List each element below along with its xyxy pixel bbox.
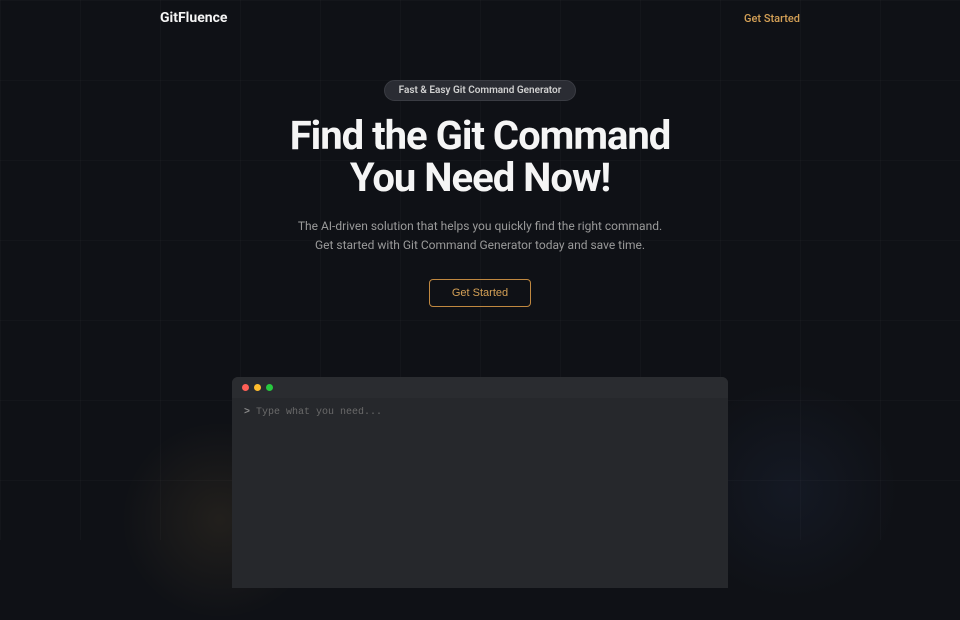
terminal-window: > [232,377,728,588]
tagline-badge: Fast & Easy Git Command Generator [384,80,577,101]
window-maximize-icon [266,384,273,391]
command-input[interactable] [256,407,716,418]
hero-subtitle: The AI-driven solution that helps you qu… [0,217,960,255]
terminal-body: > [232,398,728,588]
hero-subtitle-line1: The AI-driven solution that helps you qu… [298,219,662,233]
window-close-icon [242,384,249,391]
window-minimize-icon [254,384,261,391]
nav-get-started-link[interactable]: Get Started [744,12,800,25]
get-started-button[interactable]: Get Started [429,279,531,307]
hero-title: Find the Git Command You Need Now! [0,115,960,199]
hero-title-line2: You Need Now! [350,154,610,201]
terminal-container: > [0,377,960,588]
terminal-titlebar [232,377,728,398]
prompt-line: > [244,407,716,418]
hero-title-line1: Find the Git Command [290,112,671,159]
logo[interactable]: GitFluence [160,10,227,26]
hero-subtitle-line2: Get started with Git Command Generator t… [315,238,645,252]
prompt-symbol: > [244,407,250,418]
hero-section: Fast & Easy Git Command Generator Find t… [0,36,960,307]
site-header: GitFluence Get Started [0,0,960,36]
